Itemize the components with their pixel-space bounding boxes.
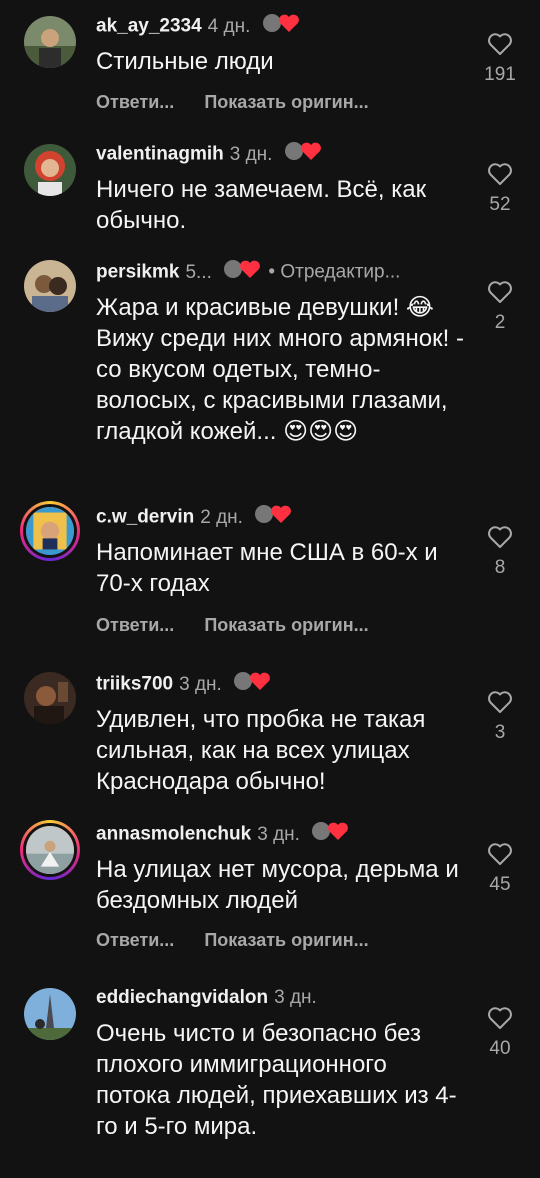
comment-text: Удивлен, что пробка не такая сильная, ка… [96,706,426,795]
like-button[interactable]: 191 [480,32,520,86]
comment-meta: eddiechangvidalon 3 дн. [96,986,317,1010]
avatar-image [24,260,76,312]
comment-text: Напоминает мне США в 60-х и 70-х годах [96,539,438,597]
heart-outline-icon [488,691,512,713]
reply-button[interactable]: Ответи... [96,615,174,635]
username[interactable]: annasmolenchuk [96,824,251,845]
heart-outline-icon [488,163,512,185]
username[interactable]: ak_ay_2334 [96,16,202,37]
like-count: 40 [489,1038,511,1059]
heart-outline-icon [488,526,512,548]
show-original-button[interactable]: Показать оригин... [204,615,368,635]
heart-outline-icon [488,1007,512,1029]
reply-button[interactable]: Ответи... [96,92,174,112]
author-liked-heart-icon [233,670,273,699]
avatar-image [24,672,76,724]
like-button[interactable]: 52 [480,162,520,216]
comment-meta: persikmk 5... • Отредактир... [96,258,400,287]
show-original-button[interactable]: Показать оригин... [204,92,368,112]
like-button[interactable]: 3 [480,690,520,744]
comment-meta: triiks700 3 дн. [96,670,273,699]
like-count: 2 [494,312,506,333]
avatar-image [26,507,74,555]
like-count: 3 [494,722,506,743]
like-count: 45 [489,874,511,895]
avatar-with-story-ring[interactable] [20,501,80,561]
avatar-with-story-ring[interactable] [20,820,80,880]
comment-meta: ak_ay_2334 4 дн. [96,12,302,41]
comment-text: Стильные люди [96,48,274,75]
comment-actions: Ответи... Показать оригин... [96,930,369,951]
username[interactable]: valentinagmih [96,144,224,165]
timestamp: 5... [185,261,212,283]
like-button[interactable]: 8 [480,525,520,579]
author-liked-heart-icon [262,12,302,41]
avatar-image [26,826,74,874]
comment-text: Очень чисто и безопасно без плохого имми… [96,1020,457,1140]
avatar-image [24,988,76,1040]
username[interactable]: c.w_dervin [96,507,194,528]
timestamp: 3 дн. [257,823,300,845]
comment-meta: valentinagmih 3 дн. [96,140,324,169]
timestamp: 3 дн. [179,673,222,695]
comment-text: Жара и красивые девушки! 😂 Вижу среди ни… [96,294,464,445]
like-count: 8 [494,557,506,578]
username[interactable]: triiks700 [96,674,173,695]
avatar[interactable] [24,16,76,68]
comment-text: На улицах нет мусора, дерьма и бездомных… [96,856,459,914]
avatar[interactable] [24,988,76,1040]
author-liked-heart-icon [223,258,263,287]
timestamp: 3 дн. [274,987,317,1008]
like-count: 52 [489,194,511,215]
timestamp: 3 дн. [229,143,273,165]
avatar[interactable] [24,144,76,196]
comment-actions: Ответи... Показать оригин... [96,615,369,636]
like-count: 191 [484,64,516,85]
show-original-button[interactable]: Показать оригин... [204,930,368,950]
heart-outline-icon [488,281,512,303]
timestamp: 2 дн. [200,506,243,528]
avatar-image [24,144,76,196]
comment-actions: Ответи... Показать оригин... [96,92,369,113]
like-button[interactable]: 40 [480,1006,520,1060]
avatar[interactable] [24,260,76,312]
comment-text: Ничего не замечаем. Всё, как обычно. [96,176,427,234]
author-liked-heart-icon [311,820,351,849]
author-liked-heart-icon [284,140,324,169]
username[interactable]: persikmk [96,262,179,283]
like-button[interactable]: 45 [480,842,520,896]
reply-button[interactable]: Ответи... [96,930,174,950]
author-liked-heart-icon [254,503,294,532]
avatar[interactable] [24,672,76,724]
like-button[interactable]: 2 [480,280,520,334]
comment-meta: annasmolenchuk 3 дн. [96,820,351,849]
heart-outline-icon [488,33,512,55]
comment-meta: c.w_dervin 2 дн. [96,503,294,532]
timestamp: 4 дн. [207,15,251,37]
avatar-image [24,16,76,68]
edited-label: • Отредактир... [268,261,401,283]
username[interactable]: eddiechangvidalon [96,987,268,1008]
heart-outline-icon [488,843,512,865]
